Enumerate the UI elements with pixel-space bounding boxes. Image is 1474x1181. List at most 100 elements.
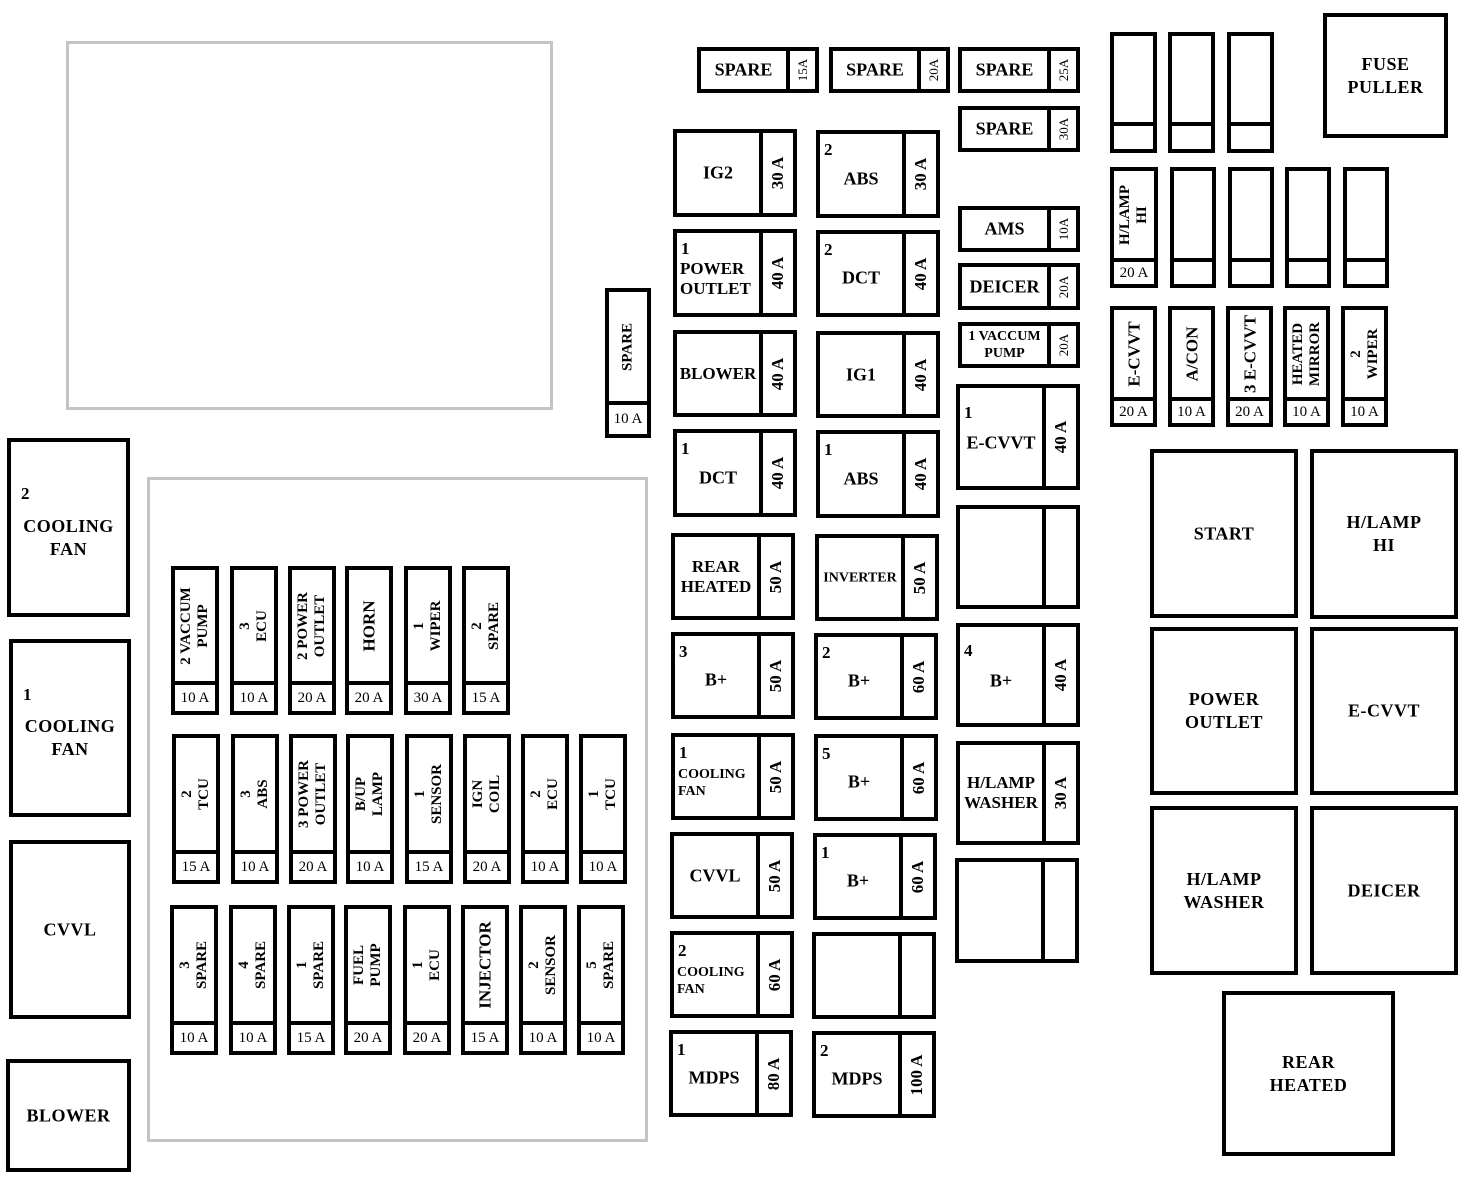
mini-fuse[interactable]: 4 SPARE 10 A — [229, 905, 277, 1055]
fuse[interactable] — [812, 932, 936, 1019]
fuse-label: REAR HEATED — [675, 557, 757, 597]
fuse-rating-cell: 15 A — [291, 1021, 331, 1051]
mini-fuse[interactable]: B/UP LAMP 10 A — [346, 734, 394, 884]
relay-label: COOLING FAN — [13, 715, 127, 761]
mini-fuse[interactable]: 3 POWER OUTLET 20 A — [289, 734, 337, 884]
relay-box[interactable]: 1 COOLING FAN — [9, 639, 131, 817]
mini-fuse[interactable]: A/CON 10 A — [1168, 306, 1215, 427]
mini-fuse[interactable] — [1110, 32, 1157, 153]
relay-box[interactable]: REAR HEATED — [1222, 991, 1395, 1156]
relay-box[interactable]: BLOWER — [6, 1059, 131, 1172]
mini-fuse[interactable]: 2 WIPER 10 A — [1341, 306, 1388, 427]
fuse[interactable]: 1 DCT 40 A — [673, 429, 797, 517]
fuse[interactable]: 2 B+ 60 A — [814, 633, 938, 720]
mini-fuse[interactable]: SPARE 10 A — [605, 288, 651, 438]
fuse-number: 2 — [820, 1040, 829, 1060]
mini-fuse[interactable]: 1 WIPER 30 A — [404, 566, 452, 715]
relay-box[interactable]: H/LAMP HI — [1310, 449, 1458, 619]
mini-fuse[interactable] — [1168, 32, 1215, 153]
fuse[interactable]: 2 DCT 40 A — [816, 230, 940, 317]
fuse[interactable]: 2 COOLING FAN 60 A — [670, 931, 794, 1018]
relay-box[interactable]: START — [1150, 449, 1298, 618]
fuse[interactable]: 1 ABS 40 A — [816, 430, 940, 518]
fuse[interactable]: IG1 40 A — [816, 331, 940, 418]
fuse-rating: 40 A — [911, 257, 930, 290]
mini-fuse[interactable]: 2 VACCUM PUMP 10 A — [171, 566, 219, 715]
fuse[interactable]: REAR HEATED 50 A — [671, 533, 795, 620]
relay-box[interactable]: H/LAMP WASHER — [1150, 806, 1298, 975]
fuse[interactable]: INVERTER 50 A — [815, 534, 939, 621]
relay-box[interactable]: 2 COOLING FAN — [7, 438, 130, 617]
fuse-label-line: 1 — [586, 790, 602, 798]
mini-fuse[interactable]: H/LAMP HI 20 A — [1110, 167, 1158, 288]
fuse-label: IGN COIL — [470, 775, 504, 813]
fuse[interactable] — [955, 858, 1079, 963]
fuse[interactable]: 1 E-CVVT 40 A — [956, 384, 1080, 490]
fuse-rating: 50 A — [910, 561, 929, 594]
fuse[interactable]: 5 B+ 60 A — [814, 734, 938, 821]
fuse-rating: 20A — [1055, 275, 1071, 298]
mini-fuse[interactable]: 1 SPARE 15 A — [287, 905, 335, 1055]
mini-fuse[interactable]: HEATED MIRROR 10 A — [1283, 306, 1330, 427]
fuse[interactable]: SPARE 30A — [958, 106, 1080, 152]
mini-fuse[interactable] — [1228, 167, 1274, 288]
fuse[interactable]: CVVL 50 A — [670, 832, 794, 919]
fuse-rating: 100 A — [907, 1053, 926, 1096]
fuse[interactable]: 1 POWER OUTLET 40 A — [673, 229, 797, 317]
relay-label: CVVL — [13, 918, 127, 941]
fuse[interactable]: 4 B+ 40 A — [956, 623, 1080, 727]
relay-label: H/LAMP WASHER — [1154, 868, 1294, 914]
mini-fuse[interactable]: 2 SENSOR 10 A — [519, 905, 567, 1055]
relay-box[interactable]: CVVL — [9, 840, 131, 1019]
relay-box[interactable]: E-CVVT — [1310, 627, 1458, 795]
fuse[interactable]: SPARE 20A — [829, 47, 950, 93]
mini-fuse[interactable]: FUEL PUMP 20 A — [344, 905, 392, 1055]
mini-fuse[interactable]: 2 POWER OUTLET 20 A — [288, 566, 336, 715]
mini-fuse[interactable] — [1170, 167, 1216, 288]
fuse[interactable]: 2 MDPS 100 A — [812, 1031, 936, 1118]
mini-fuse[interactable]: 5 SPARE 10 A — [577, 905, 625, 1055]
fuse-label-line: 3 — [238, 790, 254, 798]
fuse[interactable]: 1 B+ 60 A — [813, 833, 937, 920]
mini-fuse[interactable] — [1343, 167, 1389, 288]
relay-box[interactable]: POWER OUTLET — [1150, 627, 1298, 795]
relay-label: POWER OUTLET — [1154, 688, 1294, 734]
mini-fuse[interactable]: HORN 20 A — [345, 566, 393, 715]
fuse[interactable]: SPARE 25A — [958, 47, 1080, 93]
relay-label-line: BLOWER — [26, 1105, 111, 1125]
fuse[interactable]: 1 MDPS 80 A — [669, 1030, 793, 1117]
mini-fuse[interactable]: 1 TCU 10 A — [579, 734, 627, 884]
fuse[interactable]: BLOWER 40 A — [673, 330, 797, 417]
relay-box[interactable]: DEICER — [1310, 806, 1458, 975]
fuse[interactable]: DEICER 20A — [958, 263, 1080, 310]
fuse[interactable]: 2 ABS 30 A — [816, 130, 940, 218]
fuse[interactable]: 1 COOLING FAN 50 A — [671, 733, 795, 820]
mini-fuse[interactable]: 3 E-CVVT 20 A — [1226, 306, 1273, 427]
mini-fuse[interactable]: 2 SPARE 15 A — [462, 566, 510, 715]
mini-fuse[interactable]: E-CVVT 20 A — [1110, 306, 1157, 427]
mini-fuse[interactable]: IGN COIL 20 A — [463, 734, 511, 884]
mini-fuse[interactable]: 3 ABS 10 A — [231, 734, 279, 884]
mini-fuse[interactable]: 3 ECU 10 A — [230, 566, 278, 715]
fuse[interactable]: 3 B+ 50 A — [671, 632, 795, 719]
fuse-label-area: 2 VACCUM PUMP — [175, 570, 215, 681]
mini-fuse[interactable]: 3 SPARE 10 A — [170, 905, 218, 1055]
mini-fuse[interactable]: 2 ECU 10 A — [521, 734, 569, 884]
fuse[interactable] — [956, 505, 1080, 609]
fuse[interactable]: AMS 10A — [958, 206, 1080, 252]
mini-fuse[interactable] — [1227, 32, 1274, 153]
fuse-label-line: E-CVVT — [1124, 320, 1143, 387]
mini-fuse[interactable]: 1 SENSOR 15 A — [405, 734, 453, 884]
fuse[interactable]: IG2 30 A — [673, 129, 797, 217]
fuse-rating-cell: 15A — [786, 51, 815, 89]
relay-box[interactable]: FUSE PULLER — [1323, 13, 1448, 138]
fuse[interactable]: 1 VACCUM PUMP 20A — [958, 322, 1080, 368]
fuse[interactable]: SPARE 15A — [697, 47, 819, 93]
mini-fuse[interactable] — [1285, 167, 1331, 288]
mini-fuse[interactable]: 1 ECU 20 A — [403, 905, 451, 1055]
mini-fuse[interactable]: 2 TCU 15 A — [172, 734, 220, 884]
fuse-label-line: SPARE — [714, 59, 773, 80]
mini-fuse[interactable]: INJECTOR 15 A — [461, 905, 509, 1055]
fuse[interactable]: H/LAMP WASHER 30 A — [956, 741, 1080, 845]
fuse-rating: 40 A — [911, 457, 930, 491]
